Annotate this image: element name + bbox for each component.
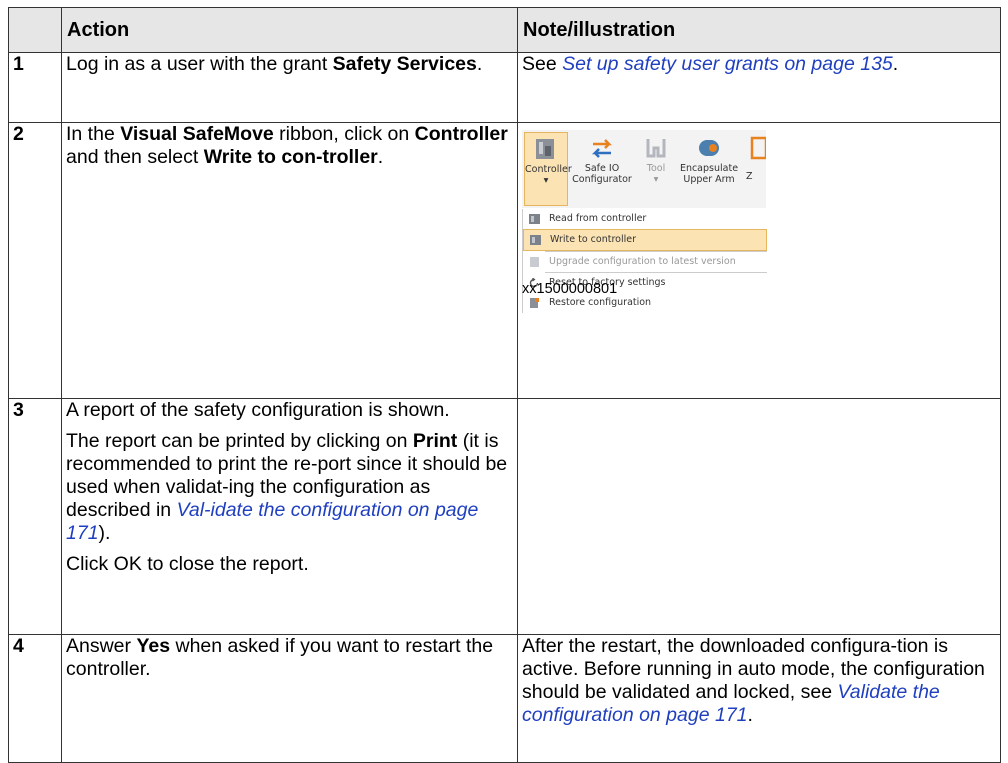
zone-icon	[750, 136, 766, 160]
header-action: Action	[61, 7, 518, 53]
step-note: After the restart, the downloaded config…	[517, 634, 1001, 763]
menu-name: Controller	[414, 123, 508, 145]
controller-icon	[536, 139, 554, 159]
note-text: .	[892, 53, 899, 75]
menu-item-read-from-controller[interactable]: Read from controller	[523, 209, 767, 229]
grant-name: Safety Services	[332, 53, 477, 75]
action-text: .	[476, 53, 483, 75]
ribbon-bar: Controller ▾ Safe IO Configurator Tool ▾	[522, 130, 766, 208]
dropdown-arrow-icon: ▾	[653, 174, 659, 185]
button-label: Tool	[646, 163, 666, 174]
print-button-name: Print	[412, 430, 458, 452]
step-number: 3	[8, 398, 62, 635]
step-action: Log in as a user with the grant Safety S…	[61, 52, 518, 123]
step-action: In the Visual SafeMove ribbon, click on …	[61, 122, 518, 399]
upper-arm-icon	[699, 140, 719, 156]
figure-id: xx1500000801	[522, 281, 618, 297]
action-text: ).	[98, 522, 111, 544]
table-row: 4 Answer Yes when asked if you want to r…	[8, 634, 1001, 763]
xref-link-user-grants[interactable]: Set up safety user grants on page 135	[562, 53, 893, 75]
tool-gripper-icon	[646, 139, 666, 158]
table-row: 2 In the Visual SafeMove ribbon, click o…	[8, 122, 1001, 399]
step-action: Answer Yes when asked if you want to res…	[61, 634, 518, 763]
menu-item-upgrade-configuration[interactable]: Upgrade configuration to latest version	[523, 252, 767, 272]
step-number: 4	[8, 634, 62, 763]
step-note: See Set up safety user grants on page 13…	[517, 52, 1001, 123]
safe-io-configurator-button[interactable]: Safe IO Configurator	[572, 132, 632, 206]
dropdown-arrow-icon: ▾	[543, 175, 549, 186]
step-note	[517, 398, 1001, 635]
button-label: Upper Arm	[683, 174, 735, 185]
swap-arrows-icon	[591, 139, 613, 158]
step-action: A report of the safety configuration is …	[61, 398, 518, 635]
tool-button[interactable]: Tool ▾	[636, 132, 676, 206]
button-label: Configurator	[572, 174, 632, 185]
note-text: .	[747, 704, 753, 726]
action-text: ribbon, click on	[273, 123, 415, 145]
zone-button-partial[interactable]: Z	[744, 132, 766, 206]
action-text: The report can be printed by clicking on	[66, 430, 413, 452]
menu-item-label: Write to controller	[550, 234, 636, 245]
encapsulate-upper-arm-button[interactable]: Encapsulate Upper Arm	[678, 132, 740, 206]
action-text: Log in as a user with the grant	[66, 53, 333, 75]
action-paragraph: The report can be printed by clicking on…	[66, 430, 513, 545]
button-label: Controller	[525, 164, 572, 175]
action-text: In the	[66, 123, 121, 145]
table-row: 3 A report of the safety configuration i…	[8, 398, 1001, 635]
ribbon-name: Visual SafeMove	[120, 123, 274, 145]
answer-option: Yes	[136, 635, 171, 657]
note-text: See	[522, 53, 563, 75]
step-number: 1	[8, 52, 62, 123]
step-note: Controller ▾ Safe IO Configurator Tool ▾	[517, 122, 1001, 399]
action-paragraph: A report of the safety configuration is …	[66, 399, 450, 421]
table-row: 1 Log in as a user with the grant Safety…	[8, 52, 1001, 123]
button-label: Safe IO	[584, 163, 620, 174]
action-text: Answer	[66, 635, 137, 657]
action-text: and then select	[66, 146, 204, 168]
procedure-table: Action Note/illustration 1 Log in as a u…	[8, 7, 1001, 763]
step-number: 2	[8, 122, 62, 399]
menu-item-label: Read from controller	[549, 213, 647, 224]
table-header-row: Action Note/illustration	[8, 7, 1001, 53]
header-note: Note/illustration	[517, 7, 1001, 53]
upgrade-icon	[530, 257, 539, 267]
menu-item-write-to-controller[interactable]: Write to controller	[523, 229, 767, 251]
write-controller-icon	[530, 235, 541, 245]
controller-ribbon-button[interactable]: Controller ▾	[524, 132, 572, 206]
ribbon-illustration: Controller ▾ Safe IO Configurator Tool ▾	[522, 130, 767, 313]
header-number	[8, 7, 62, 53]
button-label: Z	[746, 171, 753, 182]
action-paragraph: Click OK to close the report.	[66, 553, 309, 575]
read-controller-icon	[529, 214, 540, 224]
menu-item-label: Upgrade configuration to latest version	[549, 256, 736, 267]
command-name: Write to con-troller	[203, 146, 378, 168]
action-text: .	[377, 146, 384, 168]
button-label: Encapsulate	[679, 163, 739, 174]
